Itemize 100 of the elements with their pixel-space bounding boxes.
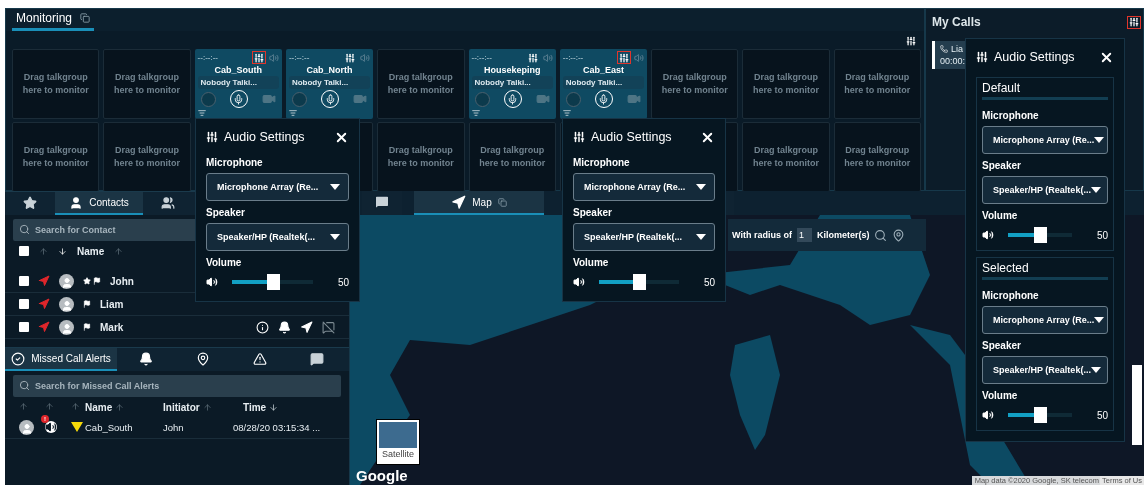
microphone-select[interactable]: Microphone Array (Re... (206, 173, 349, 201)
talkgroup-name: Cab_South (213, 65, 263, 75)
talkgroup-name: Cab_North (305, 65, 354, 75)
sort-up-icon[interactable] (202, 402, 212, 412)
flag-icon (83, 323, 91, 331)
sliders-icon[interactable] (906, 36, 916, 46)
caret-icon (330, 184, 340, 190)
speaker-select[interactable]: Speaker/HP (Realtek(... (982, 356, 1108, 384)
drop-hint: Drag talkgroup here to monitor (21, 71, 90, 97)
caller-name: Lia (951, 44, 963, 54)
sort-down-icon[interactable] (58, 246, 67, 256)
speaker-select[interactable]: Speaker/HP (Realtek(... (206, 223, 349, 251)
talkgroup-name: Cab_East (581, 65, 625, 75)
field-label: Microphone (982, 110, 1040, 121)
volume-icon (206, 276, 218, 288)
radius-input[interactable]: 1 (796, 228, 812, 242)
volume-icon (982, 229, 994, 241)
navigation-arrow-icon[interactable] (300, 320, 313, 334)
sort-down-icon[interactable] (269, 402, 279, 412)
field-label: Speaker (206, 207, 246, 218)
info-icon[interactable] (256, 320, 269, 334)
call-timer: --:--:-- (471, 53, 493, 62)
column-header[interactable]: Name (77, 245, 105, 257)
warning-icon (252, 351, 267, 366)
volume-value: 50 (1095, 409, 1108, 421)
caret-icon (696, 184, 706, 190)
caret-icon (696, 234, 706, 240)
sort-up-icon[interactable] (115, 402, 125, 412)
bell-icon (138, 351, 153, 366)
table-cell-text: Cab_South (85, 422, 134, 433)
list-menu-icon[interactable] (197, 109, 206, 117)
field-label: Volume (206, 257, 243, 268)
list-menu-icon[interactable] (562, 109, 571, 117)
drop-hint: Drag talkgroup here to monitor (386, 144, 455, 170)
talker-status: Nobody Talki... (471, 76, 553, 89)
popup-title: Audio Settings (994, 50, 1076, 64)
column-header[interactable]: Name (85, 401, 113, 413)
drop-hint: Drag talkgroup here to monitor (843, 71, 912, 97)
field-label: Microphone (982, 290, 1040, 301)
call-card[interactable]: Lia 00:00: (932, 41, 968, 69)
audio-settings-button[interactable] (617, 51, 632, 64)
microphone-select[interactable]: Microphone Array (Re... (573, 173, 715, 201)
sort-up-icon[interactable] (114, 246, 124, 256)
sort-up-icon[interactable] (39, 246, 48, 256)
checkbox[interactable] (19, 322, 29, 332)
select-all-checkbox[interactable] (19, 246, 29, 256)
group-icon (161, 195, 175, 210)
map-panel-tab[interactable]: Map (414, 191, 544, 215)
missed-call-icon (11, 351, 26, 366)
section-title: Default (982, 81, 1108, 100)
location-arrow-icon (38, 275, 50, 287)
field-label: Volume (982, 390, 1019, 401)
column-header[interactable]: Initiator (163, 401, 200, 413)
sliders-icon (573, 131, 585, 143)
search-field[interactable]: Search for Missed Call Alerts (13, 375, 341, 397)
checkbox[interactable] (19, 299, 29, 309)
microphone-icon (324, 93, 336, 105)
section-title: Selected (982, 261, 1108, 280)
field-label: Volume (573, 257, 610, 268)
drop-hint: Drag talkgroup here to monitor (112, 71, 181, 97)
speaker-select[interactable]: Speaker/HP (Realtek(... (982, 176, 1108, 204)
audio-settings-button[interactable] (1127, 15, 1141, 29)
field-label: Microphone (573, 157, 631, 168)
speaker-icon (45, 420, 57, 433)
search-icon[interactable] (874, 228, 888, 242)
alerts-tab[interactable]: Missed Call Alerts (5, 348, 117, 371)
bell-icon[interactable] (278, 320, 291, 334)
satellite-toggle[interactable]: Satellite (376, 419, 420, 465)
ptt-indicator (565, 91, 581, 107)
checkbox[interactable] (19, 276, 29, 286)
talker-status: Nobody Talki... (288, 76, 371, 89)
sort-up-icon[interactable] (45, 401, 54, 411)
muted-message-icon[interactable] (322, 320, 335, 334)
popup-title: Audio Settings (591, 130, 673, 144)
volume-value: 50 (1095, 229, 1108, 241)
call-timer: --:--:-- (288, 53, 311, 62)
search-icon (19, 380, 30, 391)
person-icon (69, 195, 84, 210)
audio-settings-button[interactable] (251, 51, 266, 64)
drop-hint: Drag talkgroup here to monitor (21, 144, 90, 170)
star-icon (23, 195, 37, 210)
location-pin-icon[interactable] (892, 228, 906, 242)
microphone-select[interactable]: Microphone Array (Re... (982, 126, 1108, 154)
avatar (59, 273, 74, 289)
contact-name: Liam (100, 298, 124, 310)
sort-up-icon[interactable] (71, 401, 80, 411)
volume-icon (573, 276, 585, 288)
contact-row[interactable]: Mark (5, 316, 349, 339)
field-label: Speaker (982, 160, 1022, 171)
microphone-icon (507, 93, 519, 105)
column-header[interactable]: Time (243, 401, 267, 413)
contacts-tab[interactable]: Contacts (55, 192, 143, 215)
list-menu-icon[interactable] (471, 109, 480, 117)
list-menu-icon[interactable] (288, 109, 297, 117)
microphone-select[interactable]: Microphone Array (Re... (982, 306, 1108, 334)
monitoring-tab[interactable]: Monitoring (12, 9, 95, 31)
sort-up-icon[interactable] (19, 401, 28, 411)
avatar (19, 420, 34, 435)
speaker-select[interactable]: Speaker/HP (Realtek(... (573, 223, 715, 251)
field-label: Speaker (573, 207, 613, 218)
